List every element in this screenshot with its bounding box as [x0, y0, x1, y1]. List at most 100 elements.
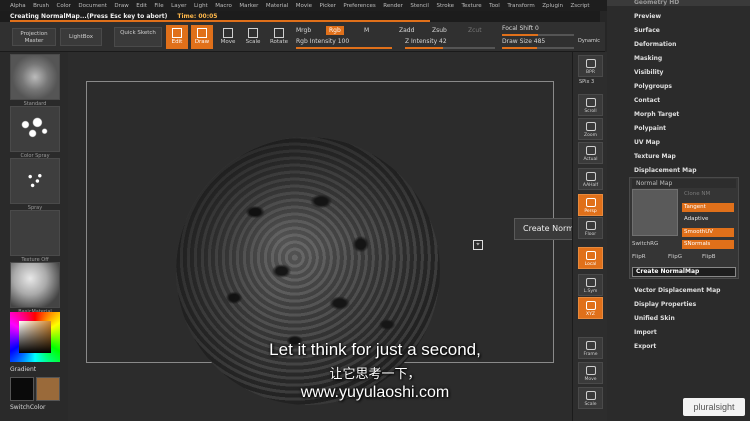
- menu-item-marker[interactable]: Marker: [239, 3, 258, 9]
- zoom-button[interactable]: Zoom: [578, 118, 603, 140]
- switch-color-button[interactable]: SwitchColor: [10, 404, 46, 411]
- subpalette-texture-map[interactable]: Texture Map: [634, 153, 676, 160]
- material-thumbnail[interactable]: [10, 262, 60, 308]
- status-time: Time: 00:05: [177, 13, 218, 20]
- rgb-toggle[interactable]: Rgb: [326, 26, 344, 35]
- menu-item-material[interactable]: Material: [266, 3, 288, 9]
- menu-item-layer[interactable]: Layer: [171, 3, 186, 9]
- flipb-button[interactable]: FlipB: [702, 254, 715, 260]
- quick-sketch-button[interactable]: Quick Sketch: [114, 27, 162, 47]
- menu-item-color[interactable]: Color: [57, 3, 71, 9]
- subpalette-polygroups[interactable]: Polygroups: [634, 83, 672, 90]
- menu-item-stroke[interactable]: Stroke: [436, 3, 454, 9]
- menu-item-transform[interactable]: Transform: [507, 3, 534, 9]
- snormals-toggle[interactable]: SNormals: [682, 240, 734, 249]
- tangent-toggle[interactable]: Tangent: [682, 203, 734, 212]
- menu-item-alpha[interactable]: Alpha: [10, 3, 26, 9]
- texture-thumbnail[interactable]: [10, 210, 60, 256]
- subpalette-surface[interactable]: Surface: [634, 27, 660, 34]
- scale-label: Scale: [584, 402, 597, 407]
- aahalf-button[interactable]: AAHalf: [578, 168, 603, 190]
- menu-item-preferences[interactable]: Preferences: [343, 3, 375, 9]
- dynamic-toggle[interactable]: Dynamic: [578, 38, 600, 44]
- menu-item-edit[interactable]: Edit: [136, 3, 147, 9]
- scroll-button[interactable]: Scroll: [578, 94, 603, 116]
- subpalette-polypaint[interactable]: Polypaint: [634, 125, 666, 132]
- flipr-button[interactable]: FlipR: [632, 254, 646, 260]
- xyz-button[interactable]: XYZ: [578, 297, 603, 319]
- subpalette-import[interactable]: Import: [634, 329, 657, 336]
- brush-thumbnail[interactable]: [10, 54, 60, 100]
- subpalette-displacement-map[interactable]: Displacement Map: [634, 167, 697, 174]
- lsym-icon: [586, 278, 596, 287]
- subpalette-morph-target[interactable]: Morph Target: [634, 111, 679, 118]
- subpalette-masking[interactable]: Masking: [634, 55, 662, 62]
- lsym-button[interactable]: L.Sym: [578, 274, 603, 296]
- menu-item-render[interactable]: Render: [383, 3, 403, 9]
- clone-nm-button[interactable]: Clone NM: [682, 190, 734, 199]
- zoom-icon: [586, 122, 596, 131]
- scale-button[interactable]: Scale: [242, 25, 264, 49]
- rgb-intensity-slider[interactable]: Rgb Intensity 100: [296, 38, 349, 45]
- menu-item-zplugin[interactable]: Zplugin: [542, 3, 563, 9]
- subpalette-contact[interactable]: Contact: [634, 97, 660, 104]
- focal-shift-slider[interactable]: Focal Shift 0: [502, 25, 539, 32]
- menu-item-draw[interactable]: Draw: [114, 3, 128, 9]
- menu-item-tool[interactable]: Tool: [489, 3, 500, 9]
- persp-button[interactable]: Persp: [578, 194, 603, 216]
- subpalette-geometry-hd[interactable]: Geometry HD: [634, 0, 679, 6]
- menu-item-picker[interactable]: Picker: [320, 3, 336, 9]
- subpalette-unified-skin[interactable]: Unified Skin: [634, 315, 675, 322]
- menu-item-macro[interactable]: Macro: [215, 3, 232, 9]
- zsub-toggle[interactable]: Zsub: [429, 26, 450, 35]
- lightbox-button[interactable]: LightBox: [60, 28, 102, 46]
- rotate-button[interactable]: Rotate: [268, 25, 290, 49]
- create-normalmap-button[interactable]: Create NormalMap: [632, 267, 736, 277]
- menu-item-document[interactable]: Document: [78, 3, 107, 9]
- menu-item-file[interactable]: File: [154, 3, 163, 9]
- draw-button[interactable]: Draw: [191, 25, 213, 49]
- spix-slider[interactable]: SPix 3: [579, 79, 594, 85]
- smoothuv-toggle[interactable]: SmoothUV: [682, 228, 734, 237]
- stroke-thumbnail[interactable]: [10, 106, 60, 152]
- subpalette-visibility[interactable]: Visibility: [634, 69, 663, 76]
- zadd-toggle[interactable]: Zadd: [396, 26, 417, 35]
- flipg-button[interactable]: FlipG: [668, 254, 682, 260]
- subtitle-url: www.yuyulaoshi.com: [300, 384, 450, 401]
- projection-master-button[interactable]: Projection Master: [12, 28, 56, 46]
- switchrg-button[interactable]: SwitchRG: [632, 241, 658, 247]
- alpha-thumbnail[interactable]: [10, 158, 60, 204]
- actual-button[interactable]: Actual: [578, 142, 603, 164]
- subpalette-deformation[interactable]: Deformation: [634, 41, 676, 48]
- menu-item-light[interactable]: Light: [194, 3, 208, 9]
- mrgb-toggle[interactable]: Mrgb: [293, 26, 314, 35]
- menu-item-stencil[interactable]: Stencil: [410, 3, 429, 9]
- z-intensity-track[interactable]: [405, 47, 495, 49]
- z-intensity-slider[interactable]: Z Intensity 42: [405, 38, 447, 45]
- subpalette-uv-map[interactable]: UV Map: [634, 139, 660, 146]
- subtitle-chinese: 让它思考一下，: [329, 366, 421, 381]
- zcut-toggle[interactable]: Zcut: [465, 26, 485, 35]
- local-button[interactable]: Local: [578, 247, 603, 269]
- subpalette-display-properties[interactable]: Display Properties: [634, 301, 696, 308]
- rgb-intensity-track[interactable]: [296, 47, 392, 49]
- draw-size-slider[interactable]: Draw Size 485: [502, 38, 545, 45]
- draw-icon: [197, 28, 207, 38]
- subpalette-preview[interactable]: Preview: [634, 13, 661, 20]
- draw-size-track[interactable]: [502, 47, 574, 49]
- subpalette-vector-displacement-map[interactable]: Vector Displacement Map: [634, 287, 720, 294]
- menu-item-movie[interactable]: Movie: [296, 3, 312, 9]
- normal-map-preview: [632, 189, 678, 236]
- adaptive-toggle[interactable]: Adaptive: [682, 215, 734, 224]
- normal-map-header[interactable]: Normal Map: [632, 179, 736, 188]
- focal-shift-track[interactable]: [502, 34, 574, 36]
- menu-item-texture[interactable]: Texture: [462, 3, 482, 9]
- floor-button[interactable]: Floor: [578, 217, 603, 239]
- edit-button[interactable]: Edit: [166, 25, 188, 49]
- bpr-button[interactable]: BPR: [578, 55, 603, 77]
- menu-item-brush[interactable]: Brush: [33, 3, 49, 9]
- move-button[interactable]: Move: [217, 25, 239, 49]
- rotate-icon: [274, 28, 284, 38]
- menu-item-zscript[interactable]: Zscript: [570, 3, 589, 9]
- m-toggle[interactable]: M: [361, 26, 372, 35]
